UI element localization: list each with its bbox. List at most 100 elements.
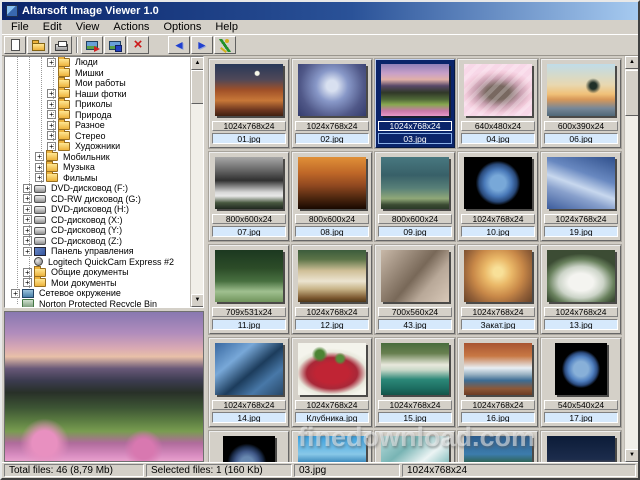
- expand-icon[interactable]: +: [23, 204, 32, 214]
- thumbnail-cell[interactable]: [375, 431, 455, 462]
- tree-item[interactable]: + Разное: [5, 118, 190, 131]
- scroll-up-icon[interactable]: ▲: [625, 56, 638, 69]
- tree-scrollbar[interactable]: ▲ ▼: [190, 57, 203, 307]
- expand-icon[interactable]: +: [23, 215, 32, 225]
- tree-item[interactable]: Мишки: [5, 66, 190, 79]
- thumbnail-cell[interactable]: [292, 431, 372, 462]
- tree-item[interactable]: Norton Protected Recycle Bin: [5, 299, 190, 307]
- expand-icon[interactable]: +: [23, 278, 32, 288]
- thumbnail-scrollbar[interactable]: ▲ ▼: [624, 56, 638, 462]
- thumbnail-cell[interactable]: [541, 431, 621, 462]
- expand-icon[interactable]: +: [47, 89, 56, 99]
- thumbnail-cell[interactable]: 1024x768x24 Закат.jpg: [458, 245, 538, 334]
- new-file-button[interactable]: [4, 36, 26, 54]
- tree-item[interactable]: + Стерео: [5, 129, 190, 142]
- title-bar[interactable]: Altarsoft Image Viewer 1.0: [2, 2, 638, 20]
- expand-icon[interactable]: +: [23, 246, 32, 256]
- acquire-image-button[interactable]: [104, 36, 126, 54]
- thumbnail-image: [298, 343, 366, 395]
- edit-image-button[interactable]: [81, 36, 103, 54]
- tree-item[interactable]: + DVD-дисковод (F:): [5, 183, 190, 194]
- thumbnail-cell[interactable]: 640x480x24 04.jpg: [458, 59, 538, 148]
- next-button[interactable]: ►: [191, 36, 213, 54]
- tree-item-label: CD-дисковод (Y:): [51, 225, 123, 236]
- thumbnail-cell[interactable]: 1024x768x24 13.jpg: [541, 245, 621, 334]
- thumbnail-cell[interactable]: 1024x768x24 01.jpg: [209, 59, 289, 148]
- scroll-down-icon[interactable]: ▼: [191, 294, 203, 307]
- thumbnail-cell[interactable]: 1024x768x24 02.jpg: [292, 59, 372, 148]
- tree-item[interactable]: + Общие документы: [5, 265, 190, 278]
- thumbnail-cell[interactable]: 1024x768x24 12.jpg: [292, 245, 372, 334]
- thumbnail-cell[interactable]: 800x600x24 09.jpg: [375, 152, 455, 241]
- thumbnail-cell[interactable]: 1024x768x24 16.jpg: [458, 338, 538, 427]
- menu-item-edit[interactable]: Edit: [36, 21, 69, 33]
- scroll-down-icon[interactable]: ▼: [625, 449, 638, 462]
- tree-item[interactable]: + CD-RW дисковод (G:): [5, 194, 190, 205]
- expand-icon[interactable]: +: [47, 57, 56, 67]
- print-button[interactable]: [50, 36, 72, 54]
- tree-item[interactable]: Мои работы: [5, 76, 190, 89]
- thumbnail-image: [464, 64, 532, 116]
- tree-item[interactable]: + Люди: [5, 57, 190, 68]
- tree-scrollbar-thumb[interactable]: [191, 70, 203, 104]
- thumbnail-cell[interactable]: 1024x768x24 19.jpg: [541, 152, 621, 241]
- new-file-icon: [10, 39, 20, 51]
- expand-icon[interactable]: +: [23, 183, 32, 193]
- expand-icon[interactable]: +: [35, 152, 44, 162]
- thumbnail-cell[interactable]: 709x531x24 11.jpg: [209, 245, 289, 334]
- thumbnail-cell[interactable]: 600x390x24 06.jpg: [541, 59, 621, 148]
- tree-item[interactable]: + Фильмы: [5, 171, 190, 184]
- tree-item[interactable]: + Художники: [5, 139, 190, 152]
- expand-icon[interactable]: +: [47, 110, 56, 120]
- thumbnail-image: [547, 250, 615, 302]
- thumbnail-cell[interactable]: 1024x768x24 15.jpg: [375, 338, 455, 427]
- expand-icon[interactable]: +: [47, 131, 56, 141]
- thumbnail-cell[interactable]: 800x600x24 07.jpg: [209, 152, 289, 241]
- menu-item-file[interactable]: File: [4, 21, 36, 33]
- menu-item-options[interactable]: Options: [156, 21, 208, 33]
- app-window: Altarsoft Image Viewer 1.0 File Edit View A…: [0, 0, 640, 480]
- expand-icon[interactable]: +: [35, 173, 44, 183]
- scroll-up-icon[interactable]: ▲: [191, 57, 203, 70]
- tree-item[interactable]: + Приколы: [5, 97, 190, 110]
- previous-icon: ◄: [173, 38, 185, 52]
- tree-item[interactable]: + Мои документы: [5, 276, 190, 289]
- thumbnail-cell[interactable]: 1024x768x24 03.jpg: [375, 59, 455, 148]
- thumbnail-cell[interactable]: 1024x768x24 14.jpg: [209, 338, 289, 427]
- tree-item[interactable]: + CD-дисковод (Z:): [5, 236, 190, 247]
- tree-item[interactable]: + Мобильник: [5, 150, 190, 163]
- tree-item[interactable]: + DVD-дисковод (H:): [5, 204, 190, 215]
- expand-icon[interactable]: +: [23, 225, 32, 235]
- tree-item[interactable]: + Панель управления: [5, 246, 190, 257]
- tree-item[interactable]: Logitech QuickCam Express #2: [5, 257, 190, 268]
- thumbnail-cell[interactable]: 1024x768x24 Клубника.jpg: [292, 338, 372, 427]
- tree-item-label: Приколы: [75, 99, 113, 110]
- tree-item[interactable]: + CD-дисковод (Y:): [5, 225, 190, 236]
- expand-icon[interactable]: +: [47, 99, 56, 109]
- open-folder-button[interactable]: [27, 36, 49, 54]
- thumbnail-cell[interactable]: [209, 431, 289, 462]
- expand-icon[interactable]: +: [23, 267, 32, 277]
- expand-icon[interactable]: +: [47, 120, 56, 130]
- previous-button[interactable]: ◄: [168, 36, 190, 54]
- expand-icon[interactable]: +: [23, 194, 32, 204]
- tree-item[interactable]: + CD-дисковод (X:): [5, 215, 190, 226]
- thumbnail-cell[interactable]: 700x560x24 43.jpg: [375, 245, 455, 334]
- thumbnail-cell[interactable]: 800x600x24 08.jpg: [292, 152, 372, 241]
- tree-item[interactable]: + Природа: [5, 108, 190, 121]
- expand-icon[interactable]: +: [11, 288, 20, 298]
- delete-button[interactable]: ×: [127, 36, 149, 54]
- thumbnail-cell[interactable]: 540x540x24 17.jpg: [541, 338, 621, 427]
- thumbnail-cell[interactable]: [458, 431, 538, 462]
- tree-item[interactable]: + Наши фотки: [5, 87, 190, 100]
- menu-item-actions[interactable]: Actions: [106, 21, 156, 33]
- menu-item-help[interactable]: Help: [208, 21, 245, 33]
- slideshow-button[interactable]: [214, 36, 236, 54]
- tree-item[interactable]: + Сетевое окружение: [5, 288, 190, 299]
- menu-item-view[interactable]: View: [69, 21, 107, 33]
- thumbnail-cell[interactable]: 1024x768x24 10.jpg: [458, 152, 538, 241]
- tree-item[interactable]: + Музыка: [5, 160, 190, 173]
- thumbnail-scrollbar-thumb[interactable]: [625, 70, 638, 116]
- expand-icon[interactable]: +: [23, 236, 32, 246]
- expand-icon[interactable]: +: [35, 162, 44, 172]
